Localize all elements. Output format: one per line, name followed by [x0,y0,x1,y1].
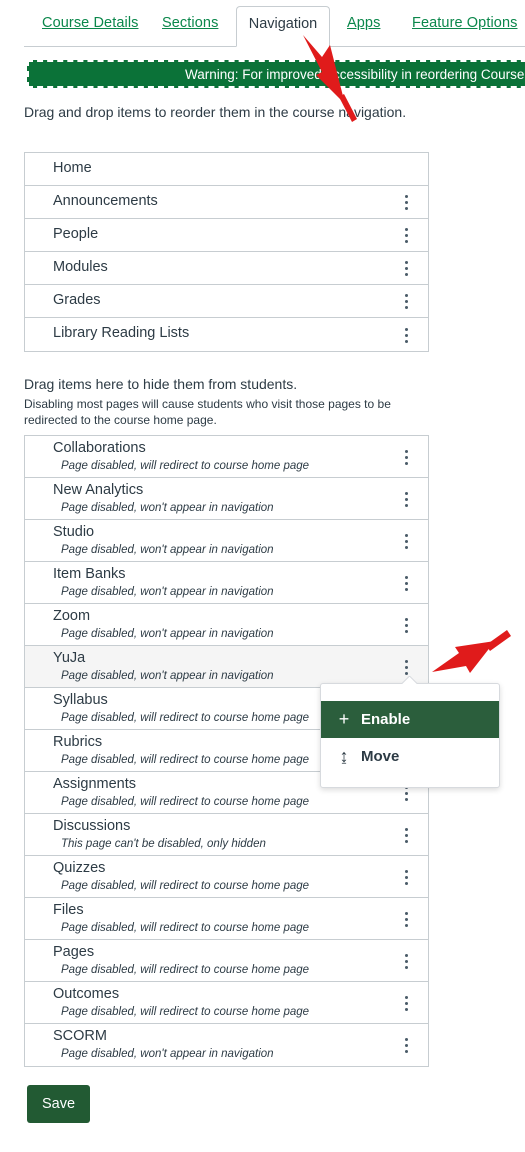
enabled-nav-row[interactable]: Modules [25,252,428,285]
kebab-menu-icon[interactable] [400,1036,414,1054]
disabled-nav-row-label: Assignments [53,776,137,792]
kebab-menu-icon[interactable] [400,826,414,844]
enabled-nav-row-label: Home [53,160,92,176]
enabled-nav-row[interactable]: People [25,219,428,252]
enabled-nav-row-label: Announcements [53,193,158,209]
disabled-nav-row[interactable]: Outcomes Page disabled, will redirect to … [25,982,428,1024]
disabled-nav-row-status: Page disabled, won't appear in navigatio… [61,586,274,598]
disabled-nav-row-label: Files [53,902,84,918]
hide-items-subtext: Disabling most pages will cause students… [24,397,391,427]
kebab-menu-icon[interactable] [400,616,414,634]
popup-caret [402,676,417,684]
kebab-menu-icon[interactable] [400,193,414,211]
disabled-nav-row-status: Page disabled, won't appear in navigatio… [61,628,274,640]
navigation-item-context-menu: + Enable ↨ Move [320,683,500,788]
reorder-instruction-text: Drag and drop items to reorder them in t… [24,104,407,120]
kebab-menu-icon[interactable] [400,868,414,886]
disabled-nav-row-label: Syllabus [53,692,108,708]
disabled-nav-row-status: Page disabled, won't appear in navigatio… [61,670,274,682]
kebab-menu-icon[interactable] [400,910,414,928]
enabled-nav-row[interactable]: Home [25,153,428,186]
disabled-nav-row-status: Page disabled, will redirect to course h… [61,754,310,766]
kebab-menu-icon[interactable] [400,326,414,344]
disabled-nav-row-status: Page disabled, will redirect to course h… [61,796,310,808]
enabled-nav-row-label: People [53,226,99,242]
disabled-nav-row-label: Rubrics [53,734,103,750]
tab-navigation-label: Navigation [248,16,318,32]
disabled-nav-row-status: Page disabled, won't appear in navigatio… [61,544,274,556]
enabled-nav-row-label: Modules [53,259,108,275]
disabled-nav-row-status: Page disabled, won't appear in navigatio… [61,1048,274,1060]
disabled-nav-row-label: New Analytics [53,482,144,498]
plus-icon: + [338,709,350,729]
disabled-nav-row-label: Outcomes [53,986,120,1002]
tab-course-details[interactable]: Course Details [42,10,139,36]
kebab-menu-icon[interactable] [400,952,414,970]
disabled-nav-row[interactable]: Files Page disabled, will redirect to cou… [25,898,428,940]
disabled-nav-row-label: Studio [53,524,95,540]
disabled-nav-row-label: Item Banks [53,566,126,582]
enabled-nav-row-label: Library Reading Lists [53,325,190,341]
disabled-nav-row-status: Page disabled, will redirect to course h… [61,1006,310,1018]
disabled-nav-row[interactable]: Studio Page disabled, won't appear in nav… [25,520,428,562]
accessibility-warning-banner: Warning: For improved accessibility in r… [27,60,525,88]
settings-tab-bar: Course Details Sections Navigation Apps … [0,0,525,47]
enabled-navigation-list: Home Announcements People Modules Grades Libr… [24,152,429,352]
disabled-nav-row-label: Quizzes [53,860,106,876]
disabled-nav-row-label: Collaborations [53,440,146,456]
menu-item-enable[interactable]: + Enable [321,701,499,738]
enabled-nav-row[interactable]: Library Reading Lists [25,318,428,351]
disabled-nav-row-status: Page disabled, will redirect to course h… [61,880,310,892]
enabled-nav-row[interactable]: Announcements [25,186,428,219]
kebab-menu-icon[interactable] [400,226,414,244]
move-updown-icon: ↨ [339,746,349,766]
disabled-nav-row[interactable]: Item Banks Page disabled, won't appear in… [25,562,428,604]
tab-apps[interactable]: Apps [347,10,380,36]
disabled-nav-row-status: Page disabled, will redirect to course h… [61,460,310,472]
enabled-nav-row[interactable]: Grades [25,285,428,318]
disabled-nav-row[interactable]: New Analytics Page disabled, won't appear… [25,478,428,520]
disabled-nav-row-label: Pages [53,944,95,960]
kebab-menu-icon[interactable] [400,259,414,277]
tab-sections[interactable]: Sections [162,10,218,36]
disabled-nav-row[interactable]: Zoom Page disabled, won't appear in navig… [25,604,428,646]
disabled-nav-row-label: YuJa [53,650,86,666]
menu-item-move[interactable]: ↨ Move [321,738,499,775]
kebab-menu-icon[interactable] [400,994,414,1012]
disabled-nav-row[interactable]: YuJa Page disabled, won't appear in navig… [25,646,428,688]
disabled-nav-row[interactable]: Pages Page disabled, will redirect to cou… [25,940,428,982]
menu-item-enable-label: Enable [361,711,411,728]
disabled-nav-row-status: Page disabled, will redirect to course h… [61,922,310,934]
disabled-nav-row-status: Page disabled, won't appear in navigatio… [61,502,274,514]
disabled-nav-row-status: Page disabled, will redirect to course h… [61,712,310,724]
enabled-nav-row-label: Grades [53,292,101,308]
disabled-nav-row-label: SCORM [53,1028,107,1044]
disabled-nav-row[interactable]: Collaborations Page disabled, will redire… [25,436,428,478]
disabled-nav-row[interactable]: SCORM Page disabled, won't appear in navi… [25,1024,428,1066]
disabled-nav-row-label: Discussions [53,818,131,834]
disabled-nav-row[interactable]: Quizzes Page disabled, will redirect to c… [25,856,428,898]
disabled-nav-row[interactable]: Discussions This page can't be disabled, … [25,814,428,856]
hide-items-heading: Drag items here to hide them from studen… [24,376,298,392]
disabled-nav-row-status: Page disabled, will redirect to course h… [61,964,310,976]
kebab-menu-icon[interactable] [400,574,414,592]
tab-feature-options[interactable]: Feature Options [412,10,517,36]
kebab-menu-icon[interactable] [400,658,414,676]
kebab-menu-icon[interactable] [400,490,414,508]
disabled-nav-row-status: This page can't be disabled, only hidden [61,838,266,850]
save-button[interactable]: Save [27,1085,90,1123]
kebab-menu-icon[interactable] [400,292,414,310]
menu-item-move-label: Move [361,748,400,765]
annotation-arrow-to-yuja-menu [432,630,511,673]
tab-navigation[interactable]: Navigation [236,6,330,47]
kebab-menu-icon[interactable] [400,532,414,550]
disabled-nav-row-label: Zoom [53,608,91,624]
accessibility-warning-text: Warning: For improved accessibility in r… [185,67,525,82]
kebab-menu-icon[interactable] [400,448,414,466]
